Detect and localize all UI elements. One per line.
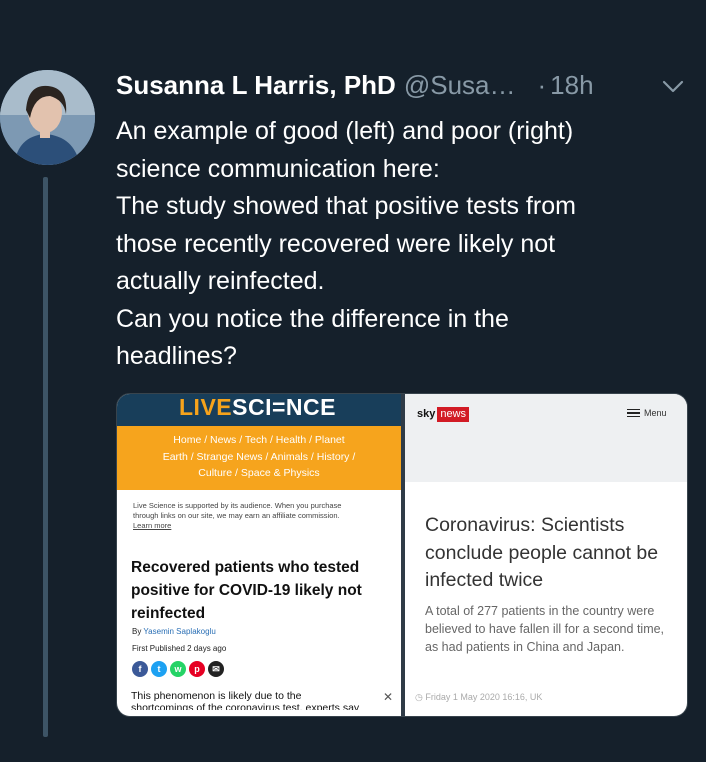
whatsapp-icon: w: [170, 661, 186, 677]
tweet-text-line: those recently recovered were likely not: [116, 229, 556, 258]
livescience-screenshot[interactable]: LIVESCI=NCE Home / News / Tech / Health …: [117, 394, 401, 716]
tweet-header: Susanna L Harris, PhD @Susa… · 18h: [116, 70, 696, 110]
nav-line: Culture / Space & Physics: [198, 467, 320, 479]
skynews-body: A total of 277 patients in the country w…: [425, 604, 665, 654]
article-paragraph: This phenomenon is likely due to the: [131, 690, 302, 702]
article-paragraph-cut: shortcomings of the coronavirus test, ex…: [131, 702, 360, 710]
nav-line: Earth / Strange News / Animals / History…: [162, 450, 356, 463]
livescience-logo: LIVESCI=NCE: [179, 394, 336, 421]
hamburger-icon: [627, 408, 640, 418]
tweet-text-line: Can you notice the difference in the: [116, 304, 509, 333]
tweet-text: An example of good (left) and poor (righ…: [116, 113, 696, 376]
affiliate-notice: Live Science is supported by its audienc…: [133, 501, 389, 531]
by-label: By: [132, 627, 142, 636]
skynews-screenshot[interactable]: sky news Menu Coronavirus: Scientists con…: [405, 394, 687, 716]
skynews-headline: Coronavirus: Scientists conclude people …: [425, 514, 659, 591]
menu-button: Menu: [627, 408, 667, 418]
thread-line: [43, 177, 48, 737]
avatar[interactable]: [0, 70, 95, 165]
clock-icon: ◷: [415, 692, 423, 702]
close-icon: ✕: [383, 690, 394, 704]
support-line: through links on our site, we may earn a…: [133, 511, 340, 520]
tweet-text-line: The study showed that positive tests fro…: [116, 192, 576, 220]
share-icons: f t w p ✉: [132, 661, 224, 679]
livescience-headline: Recovered patients who tested positive f…: [131, 559, 362, 622]
tweet-media[interactable]: LIVESCI=NCE Home / News / Tech / Health …: [116, 393, 688, 717]
tweet-text-line: An example of good (left) and poor (righ…: [116, 117, 574, 145]
tweet-time[interactable]: 18h: [550, 70, 593, 100]
skynews-logo: sky news: [417, 406, 470, 422]
tweet-text-line: actually reinfected.: [116, 267, 325, 295]
author-link: Yasemin Saplakoglu: [143, 627, 216, 636]
published-date: First Published 2 days ago: [132, 644, 227, 653]
logo-sky: sky: [417, 408, 436, 420]
tweet-text-line: science communication here:: [116, 154, 440, 183]
email-icon: ✉: [208, 661, 224, 677]
logo-science: SCI=NCE: [232, 394, 336, 420]
date-text: Friday 1 May 2020 16:16, UK: [425, 692, 543, 702]
livescience-nav-links: Home / News / Tech / Health / Planet Ear…: [131, 432, 387, 482]
chevron-down-icon[interactable]: [662, 80, 684, 94]
separator-dot: ·: [537, 70, 547, 100]
twitter-icon: t: [151, 661, 167, 677]
nav-line: Home / News / Tech / Health / Planet: [173, 434, 345, 446]
skynews-date: ◷ Friday 1 May 2020 16:16, UK: [415, 692, 542, 703]
author-name[interactable]: Susanna L Harris, PhD: [116, 70, 396, 100]
byline: By Yasemin Saplakoglu: [132, 627, 216, 636]
facebook-icon: f: [132, 661, 148, 677]
avatar-image: [0, 70, 95, 165]
learn-more-link: Learn more: [133, 521, 172, 530]
tweet-text-line: headlines?: [116, 342, 237, 370]
menu-label: Menu: [644, 408, 667, 418]
author-handle[interactable]: @Susa…: [404, 70, 516, 100]
livescience-header: LIVESCI=NCE: [117, 394, 401, 426]
support-line: Live Science is supported by its audienc…: [133, 501, 342, 510]
pinterest-icon: p: [189, 661, 205, 677]
logo-news: news: [437, 406, 470, 422]
logo-live: LIVE: [179, 394, 233, 420]
